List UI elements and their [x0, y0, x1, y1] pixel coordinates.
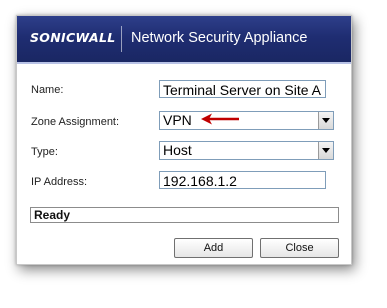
zone-label: Zone Assignment:: [31, 116, 120, 128]
status-bar: Ready: [30, 207, 339, 223]
type-select[interactable]: Host: [159, 141, 334, 160]
red-arrow-icon: [201, 113, 239, 125]
header-banner: SONICWALL Network Security Appliance: [17, 16, 351, 64]
ip-field[interactable]: 192.168.1.2: [159, 171, 326, 189]
type-dropdown-button[interactable]: [318, 142, 333, 159]
name-label: Name:: [31, 84, 64, 96]
chevron-down-icon: [322, 118, 330, 123]
type-select-value: Host: [163, 142, 192, 158]
close-button[interactable]: Close: [260, 238, 339, 258]
name-field[interactable]: Terminal Server on Site A: [159, 80, 326, 98]
dialog-window: SONICWALL Network Security Appliance Nam…: [16, 15, 352, 265]
ip-label: IP Address:: [31, 176, 88, 188]
sonicwall-logo: SONICWALL: [30, 30, 116, 45]
zone-select[interactable]: VPN: [159, 111, 334, 130]
type-label: Type:: [31, 146, 58, 158]
app-title: Network Security Appliance: [131, 30, 308, 46]
chevron-down-icon: [322, 148, 330, 153]
zone-select-value: VPN: [163, 112, 192, 128]
header-divider: [121, 26, 122, 52]
add-button[interactable]: Add: [174, 238, 253, 258]
zone-dropdown-button[interactable]: [318, 112, 333, 129]
